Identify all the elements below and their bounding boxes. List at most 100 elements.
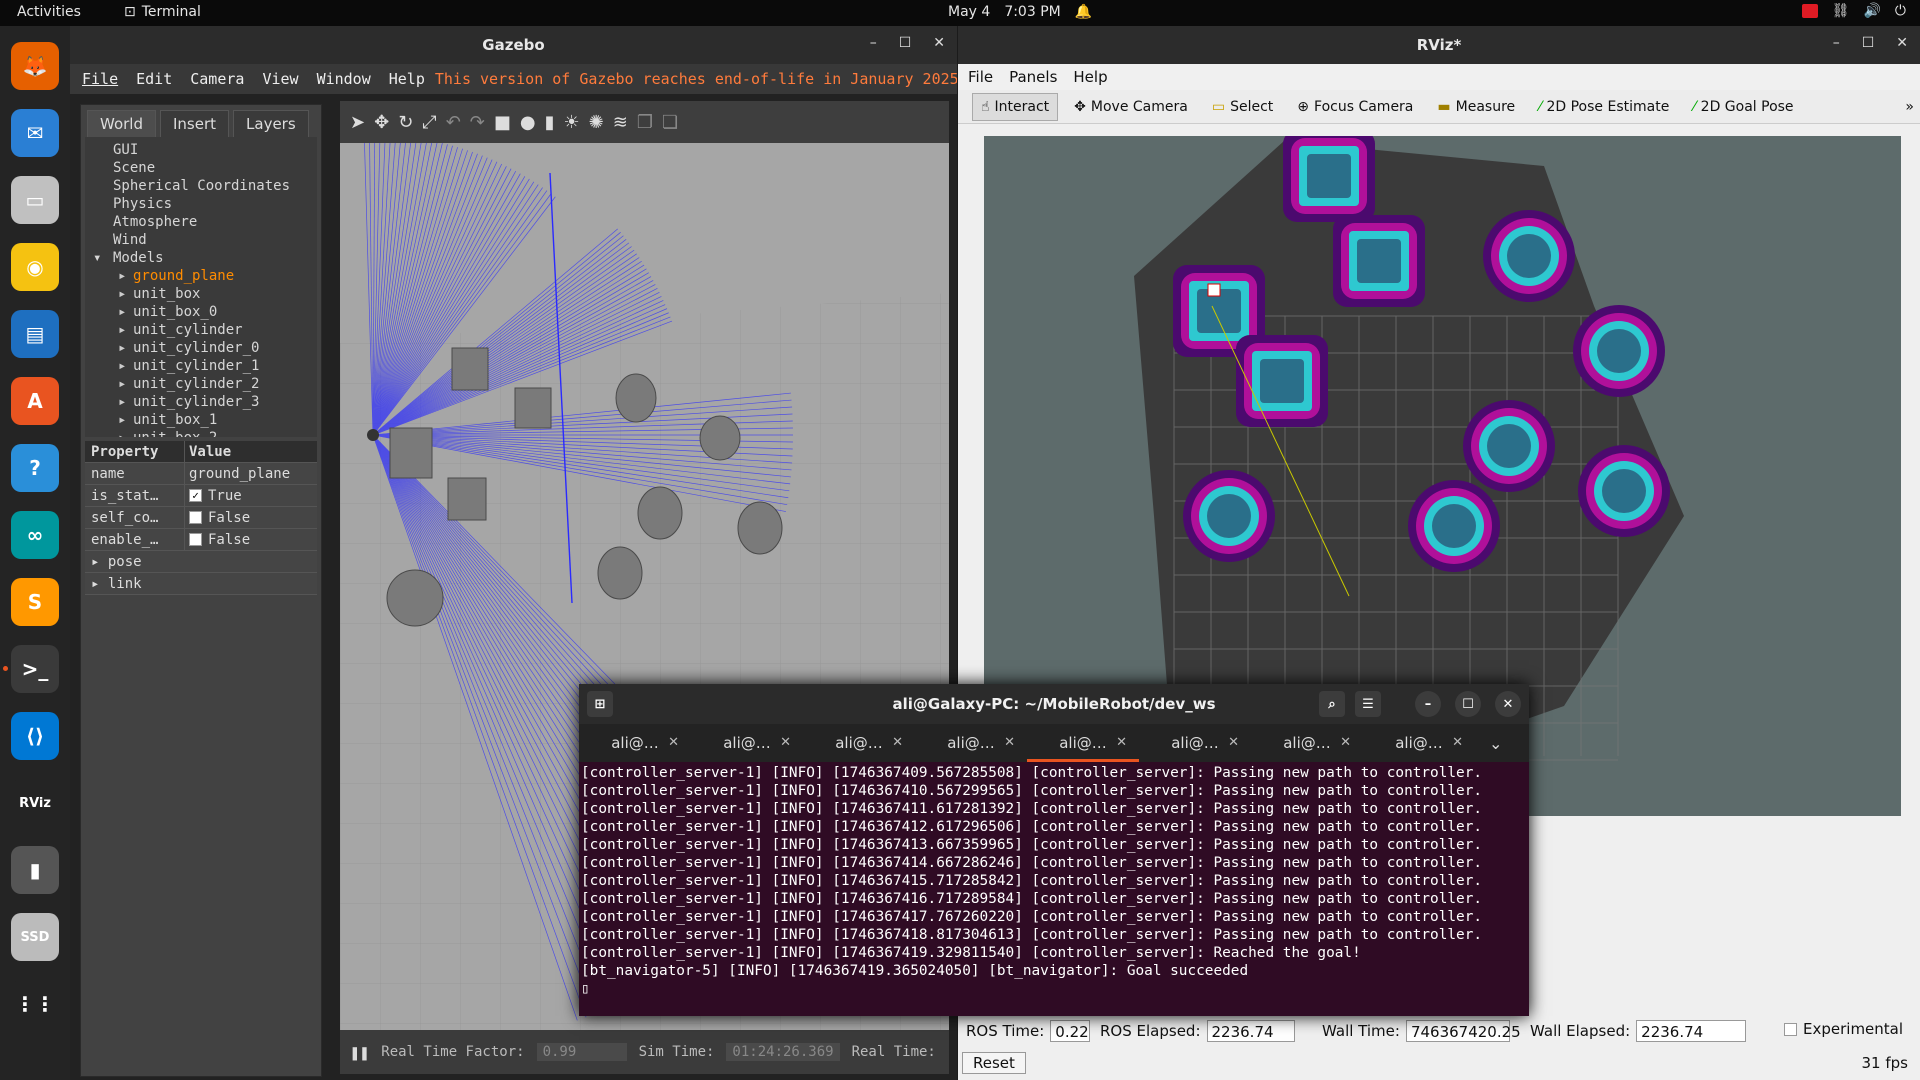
terminal-tab[interactable]: ali@… ✕ — [803, 724, 915, 762]
search-icon[interactable]: ⌕ — [1319, 691, 1345, 717]
menu-help[interactable]: Help — [1073, 68, 1107, 86]
tool-interact[interactable]: ☝ Interact — [972, 92, 1059, 121]
sphere-shape-icon[interactable]: ● — [520, 112, 536, 133]
expand-arrow-icon[interactable]: ▾ — [93, 249, 101, 267]
minimize-icon[interactable]: – — [1415, 691, 1441, 717]
menu-panels[interactable]: Panels — [1009, 68, 1057, 86]
translate-icon[interactable]: ✥ — [374, 112, 389, 133]
maximize-icon[interactable]: ☐ — [899, 35, 912, 51]
maximize-icon[interactable]: ☐ — [1862, 35, 1875, 51]
box-shape-icon[interactable]: ■ — [494, 112, 511, 133]
tree-item-physics[interactable]: Physics — [85, 195, 317, 213]
files-icon[interactable]: ▭ — [11, 176, 59, 224]
terminal-tab[interactable]: ali@… ✕ — [915, 724, 1027, 762]
tool-measure[interactable]: ▬ Measure — [1429, 94, 1523, 120]
tree-item-spherical[interactable]: Spherical Coordinates — [85, 177, 317, 195]
checkbox[interactable] — [189, 533, 202, 546]
tree-item-scene[interactable]: Scene — [85, 159, 317, 177]
menu-file[interactable]: File — [82, 70, 118, 88]
terminal-output[interactable]: [controller_server-1] [INFO] [1746367409… — [579, 762, 1529, 1000]
model-item[interactable]: unit_box_1 — [85, 411, 317, 429]
system-tray[interactable]: ⛓ 🔊 ⏻ — [1801, 3, 1906, 19]
app-grid-icon[interactable]: ⋮⋮ — [11, 980, 59, 1028]
hamburger-menu-icon[interactable]: ☰ — [1355, 691, 1381, 717]
terminal-tab[interactable]: ali@… ✕ — [1251, 724, 1363, 762]
menu-view[interactable]: View — [262, 70, 298, 88]
close-tab-icon[interactable]: ✕ — [668, 724, 679, 762]
tree-item-gui[interactable]: GUI — [85, 141, 317, 159]
clock[interactable]: May 4 7:03 PM 🔔 — [948, 4, 1092, 20]
tree-item-models[interactable]: ▾ Models — [85, 249, 317, 267]
menu-camera[interactable]: Camera — [190, 70, 244, 88]
model-item[interactable]: unit_cylinder — [85, 321, 317, 339]
point-light-icon[interactable]: ☀ — [564, 112, 580, 133]
ros-elapsed-field[interactable]: 2236.74 — [1206, 1020, 1295, 1042]
rviz-titlebar[interactable]: RViz* – ☐ ✕ — [958, 26, 1920, 64]
close-tab-icon[interactable]: ✕ — [1452, 724, 1463, 762]
tab-layers[interactable]: Layers — [233, 110, 309, 137]
terminal-tab[interactable]: ali@… ✕ — [1363, 724, 1475, 762]
model-item[interactable]: unit_cylinder_0 — [85, 339, 317, 357]
close-tab-icon[interactable]: ✕ — [1004, 724, 1015, 762]
tab-world[interactable]: World — [87, 110, 156, 137]
directional-light-icon[interactable]: ≋ — [613, 112, 628, 133]
model-item[interactable]: unit_cylinder_3 — [85, 393, 317, 411]
help-icon[interactable]: ? — [11, 444, 59, 492]
gazebo-titlebar[interactable]: Gazebo – ☐ ✕ — [70, 26, 957, 64]
close-icon[interactable]: ✕ — [1495, 691, 1521, 717]
terminal-tab[interactable]: ali@… ✕ — [1027, 724, 1139, 762]
close-tab-icon[interactable]: ✕ — [1340, 724, 1351, 762]
experimental-checkbox[interactable] — [1784, 1022, 1797, 1036]
arduino-icon[interactable]: ∞ — [11, 511, 59, 559]
pause-icon[interactable]: ❚❚ — [350, 1043, 369, 1062]
model-item[interactable]: unit_cylinder_1 — [85, 357, 317, 375]
toolbar-overflow-icon[interactable]: » — [1905, 99, 1914, 115]
maximize-icon[interactable]: ☐ — [1455, 691, 1481, 717]
rviz-icon[interactable]: RViz — [11, 779, 59, 827]
tab-dropdown-icon[interactable]: ⌄ — [1475, 734, 1502, 753]
tool-2d-pose-estimate[interactable]: ⁄ 2D Pose Estimate — [1531, 94, 1677, 120]
active-app-indicator[interactable]: ⊡ Terminal — [124, 4, 201, 20]
app-center-icon[interactable]: A — [11, 377, 59, 425]
scale-icon[interactable]: ⤢ — [422, 112, 436, 133]
paste-icon[interactable]: ❏ — [662, 112, 678, 133]
prop-group-link[interactable]: ▸ link — [85, 573, 317, 595]
select-arrow-icon[interactable]: ➤ — [350, 112, 365, 133]
tree-item-wind[interactable]: Wind — [85, 231, 317, 249]
vscode-icon[interactable]: ⟨⟩ — [11, 712, 59, 760]
close-icon[interactable]: ✕ — [933, 35, 945, 51]
prop-group-pose[interactable]: ▸ pose — [85, 551, 317, 573]
menu-file[interactable]: File — [968, 68, 993, 86]
reset-button[interactable]: Reset — [962, 1052, 1026, 1074]
sublime-icon[interactable]: S — [11, 578, 59, 626]
spot-light-icon[interactable]: ✺ — [589, 112, 604, 133]
redo-icon[interactable]: ↷ — [470, 112, 485, 133]
drive-icon[interactable]: ▮ — [11, 846, 59, 894]
cylinder-shape-icon[interactable]: ▮ — [545, 112, 555, 133]
terminal-tab[interactable]: ali@… ✕ — [579, 724, 691, 762]
ssd-icon[interactable]: SSD — [11, 913, 59, 961]
wall-time-field[interactable]: 746367420.25 — [1405, 1020, 1521, 1042]
thunderbird-icon[interactable]: ✉ — [11, 109, 59, 157]
close-icon[interactable]: ✕ — [1896, 35, 1908, 51]
model-item[interactable]: unit_box_0 — [85, 303, 317, 321]
minimize-icon[interactable]: – — [1833, 35, 1840, 51]
copy-icon[interactable]: ❐ — [637, 112, 653, 133]
undo-icon[interactable]: ↶ — [446, 112, 461, 133]
rhythmbox-icon[interactable]: ◉ — [11, 243, 59, 291]
wall-elapsed-field[interactable]: 2236.74 — [1636, 1020, 1747, 1042]
terminal-icon[interactable]: >_ — [3, 645, 59, 693]
ros-time-field[interactable]: 0.22 — [1050, 1020, 1091, 1042]
tool-move-camera[interactable]: ✥ Move Camera — [1066, 94, 1196, 120]
tool-focus-camera[interactable]: ⊕ Focus Camera — [1289, 94, 1421, 120]
close-tab-icon[interactable]: ✕ — [780, 724, 791, 762]
close-tab-icon[interactable]: ✕ — [1116, 724, 1127, 762]
model-item[interactable]: unit_cylinder_2 — [85, 375, 317, 393]
terminal-tab[interactable]: ali@… ✕ — [1139, 724, 1251, 762]
tab-insert[interactable]: Insert — [160, 110, 230, 137]
rotate-icon[interactable]: ↻ — [398, 112, 413, 133]
model-item[interactable]: unit_box_2 — [85, 429, 317, 437]
new-tab-icon[interactable]: ⊞ — [587, 691, 613, 717]
close-tab-icon[interactable]: ✕ — [1228, 724, 1239, 762]
model-item[interactable]: unit_box — [85, 285, 317, 303]
